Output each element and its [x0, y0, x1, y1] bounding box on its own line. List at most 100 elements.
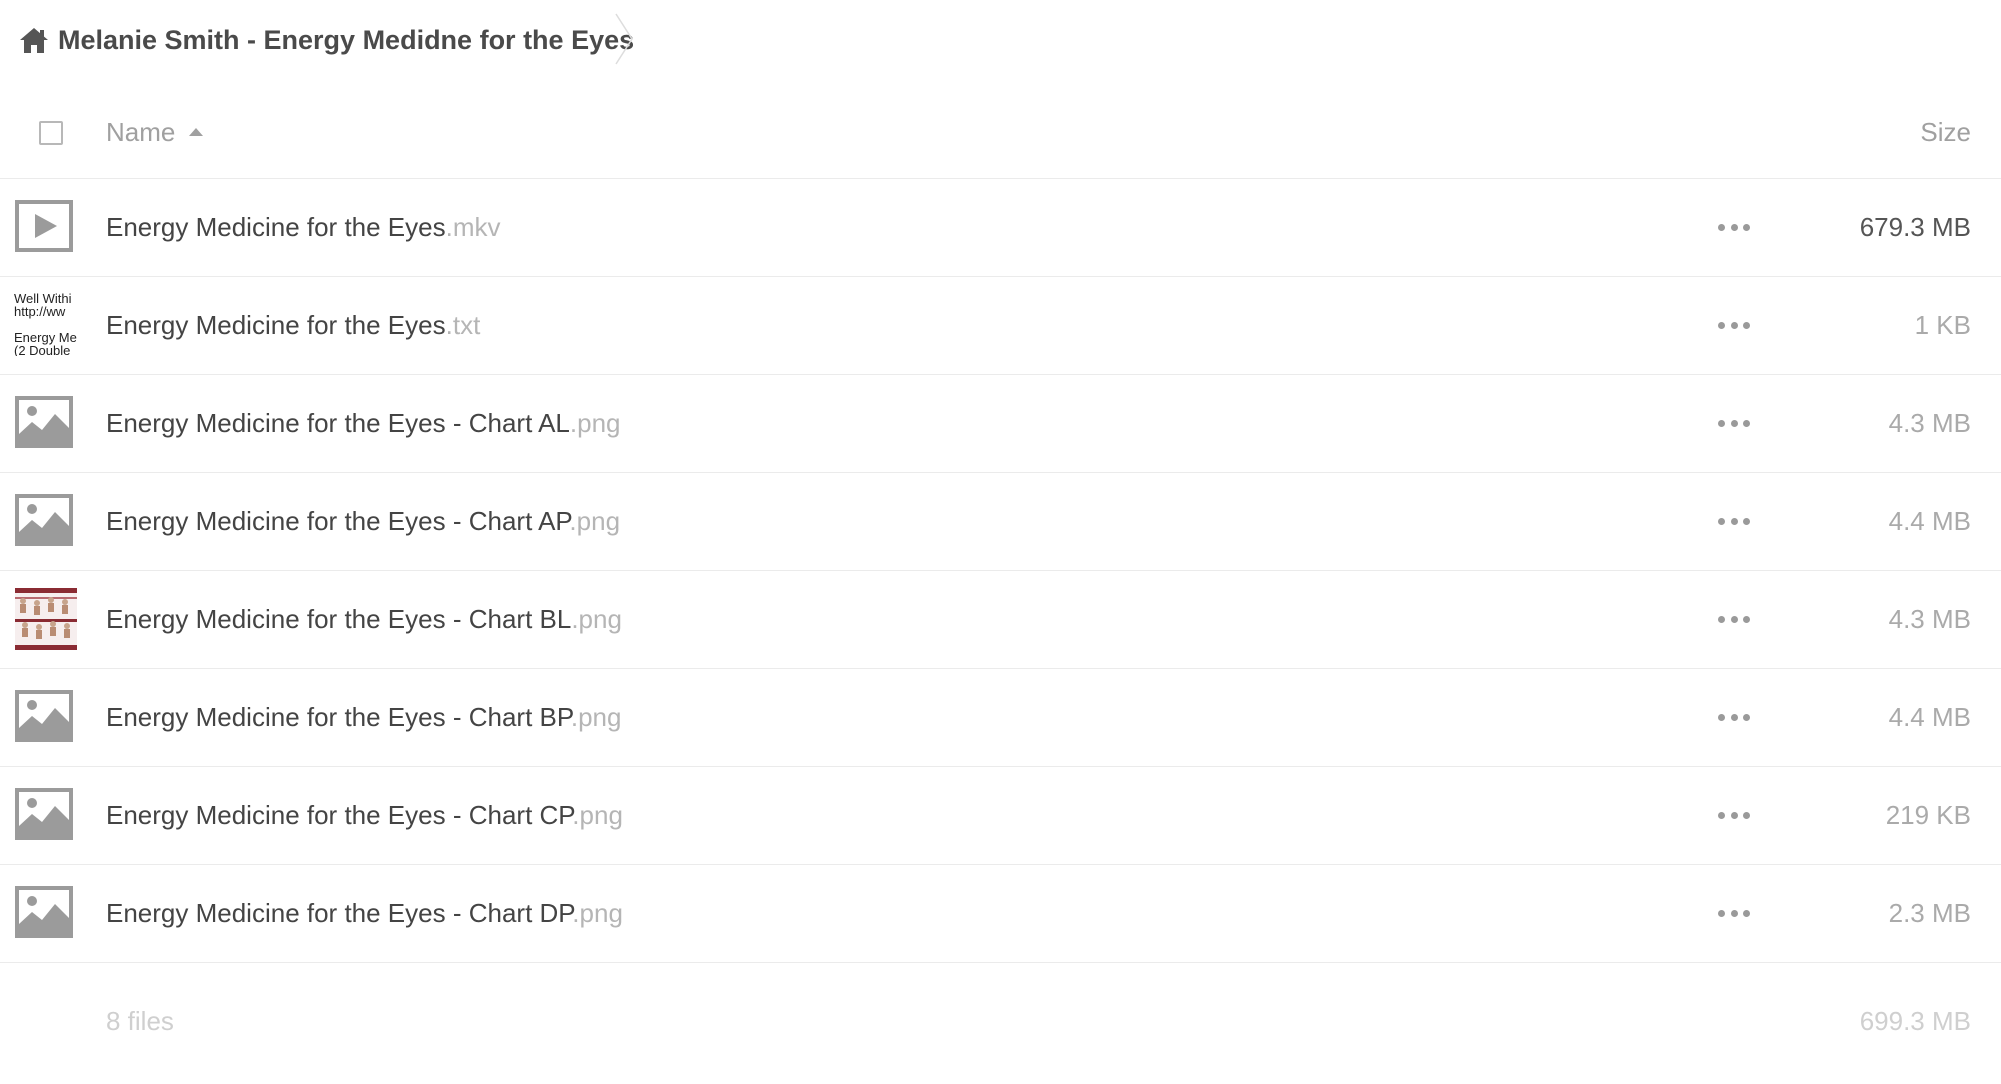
file-row[interactable]: Energy Medicine for the Eyes - Chart BP.… — [0, 669, 2001, 767]
file-size: 679.3 MB — [1859, 212, 1971, 242]
dot — [1743, 419, 1750, 427]
file-extension: .png — [569, 408, 621, 438]
dot — [1730, 223, 1738, 231]
more-options-icon[interactable] — [1718, 411, 1750, 435]
thumbnail — [15, 200, 75, 256]
home-icon[interactable] — [18, 26, 50, 54]
file-list-header: Name Size — [0, 90, 2001, 179]
thumbnail — [15, 396, 75, 452]
file-name[interactable]: Energy Medicine for the Eyes.txt — [106, 305, 480, 345]
total-size: 699.3 MB — [1859, 1006, 1971, 1036]
thumbnail — [15, 588, 77, 650]
dot — [1730, 713, 1738, 721]
preview-line: http://ww — [14, 304, 66, 319]
files-page: Melanie Smith - Energy Medidne for the E… — [0, 0, 2001, 1084]
dot — [1730, 909, 1738, 917]
file-extension: .mkv — [445, 212, 501, 242]
dot — [1730, 321, 1738, 329]
select-all-checkbox[interactable] — [39, 121, 63, 145]
file-name-base: Energy Medicine for the Eyes - Chart AL — [106, 408, 570, 438]
chart-preview-thumbnail — [15, 588, 77, 650]
thumbnail — [15, 788, 75, 844]
file-row[interactable]: Well Withi http://ww Energy Me (2 Double Ene… — [0, 277, 2001, 375]
dot — [1718, 223, 1725, 231]
dot — [1718, 713, 1725, 721]
breadcrumb: Melanie Smith - Energy Medidne for the E… — [0, 0, 2001, 80]
more-options-icon[interactable] — [1718, 803, 1750, 827]
file-extension: .txt — [445, 310, 481, 340]
file-row[interactable]: Energy Medicine for the Eyes.mkv 679.3 MB — [0, 179, 2001, 277]
dot — [1743, 713, 1750, 721]
file-extension: .png — [572, 800, 623, 830]
chevron-right-icon — [615, 13, 633, 65]
file-name-base: Energy Medicine for the Eyes — [106, 310, 446, 340]
file-name[interactable]: Energy Medicine for the Eyes - Chart CP.… — [106, 795, 623, 835]
file-row[interactable]: Energy Medicine for the Eyes - Chart BL.… — [0, 571, 2001, 669]
text-preview-thumbnail: Well Withi http://ww Energy Me (2 Double — [14, 292, 78, 356]
file-name[interactable]: Energy Medicine for the Eyes - Chart BP.… — [106, 697, 621, 737]
dot — [1730, 419, 1738, 427]
file-row[interactable]: Energy Medicine for the Eyes - Chart AL.… — [0, 375, 2001, 473]
file-size: 1 KB — [1914, 310, 1971, 340]
dot — [1718, 811, 1725, 819]
file-name[interactable]: Energy Medicine for the Eyes - Chart BL.… — [106, 599, 622, 639]
image-file-icon — [15, 886, 73, 938]
dot — [1743, 909, 1750, 917]
file-row[interactable]: Energy Medicine for the Eyes - Chart DP.… — [0, 865, 2001, 963]
file-name-base: Energy Medicine for the Eyes - Chart CP — [106, 800, 573, 830]
dot — [1718, 615, 1725, 623]
file-extension: .png — [569, 506, 621, 536]
file-size: 4.3 MB — [1888, 604, 1971, 634]
dot — [1718, 419, 1725, 427]
file-name-base: Energy Medicine for the Eyes - Chart DP — [106, 898, 573, 928]
file-list-summary: 8 files 699.3 MB — [0, 1001, 2001, 1041]
thumbnail — [15, 690, 75, 746]
dot — [1743, 811, 1750, 819]
thumbnail — [15, 494, 75, 550]
sort-ascending-icon[interactable] — [188, 127, 204, 137]
image-file-icon — [15, 494, 73, 546]
file-name[interactable]: Energy Medicine for the Eyes.mkv — [106, 207, 501, 247]
name-column-header[interactable]: Name — [106, 112, 175, 152]
file-size: 2.3 MB — [1888, 898, 1971, 928]
more-options-icon[interactable] — [1718, 607, 1750, 631]
image-file-icon — [15, 788, 73, 840]
file-name[interactable]: Energy Medicine for the Eyes - Chart DP.… — [106, 893, 623, 933]
file-name-base: Energy Medicine for the Eyes - Chart BP — [106, 702, 571, 732]
file-count: 8 files — [106, 1006, 174, 1036]
file-row[interactable]: Energy Medicine for the Eyes - Chart AP.… — [0, 473, 2001, 571]
more-options-icon[interactable] — [1718, 313, 1750, 337]
file-size: 4.3 MB — [1888, 408, 1971, 438]
more-options-icon[interactable] — [1718, 215, 1750, 239]
dot — [1718, 909, 1725, 917]
more-options-icon[interactable] — [1718, 705, 1750, 729]
file-name-base: Energy Medicine for the Eyes — [106, 212, 446, 242]
more-options-icon[interactable] — [1718, 901, 1750, 925]
image-file-icon — [15, 396, 73, 448]
file-name-base: Energy Medicine for the Eyes - Chart AP — [106, 506, 570, 536]
file-size: 219 KB — [1885, 800, 1971, 830]
thumbnail — [15, 886, 75, 942]
file-name[interactable]: Energy Medicine for the Eyes - Chart AP.… — [106, 501, 620, 541]
dot — [1718, 517, 1725, 525]
file-extension: .png — [572, 898, 623, 928]
breadcrumb-current-folder[interactable]: Melanie Smith - Energy Medidne for the E… — [58, 20, 634, 60]
more-options-icon[interactable] — [1718, 509, 1750, 533]
file-size: 4.4 MB — [1888, 506, 1971, 536]
dot — [1730, 615, 1738, 623]
dot — [1743, 615, 1750, 623]
file-row[interactable]: Energy Medicine for the Eyes - Chart CP.… — [0, 767, 2001, 865]
file-extension: .png — [570, 702, 622, 732]
dot — [1730, 811, 1738, 819]
file-list: Energy Medicine for the Eyes.mkv 679.3 MB… — [0, 179, 2001, 963]
file-name[interactable]: Energy Medicine for the Eyes - Chart AL.… — [106, 403, 621, 443]
file-name-base: Energy Medicine for the Eyes - Chart BL — [106, 604, 572, 634]
size-column-header[interactable]: Size — [1920, 112, 1971, 152]
dot — [1743, 223, 1750, 231]
file-extension: .png — [571, 604, 622, 634]
dot — [1718, 321, 1725, 329]
video-file-icon — [15, 200, 73, 252]
dot — [1743, 517, 1750, 525]
preview-line: (2 Double — [14, 343, 71, 356]
dot — [1743, 321, 1750, 329]
